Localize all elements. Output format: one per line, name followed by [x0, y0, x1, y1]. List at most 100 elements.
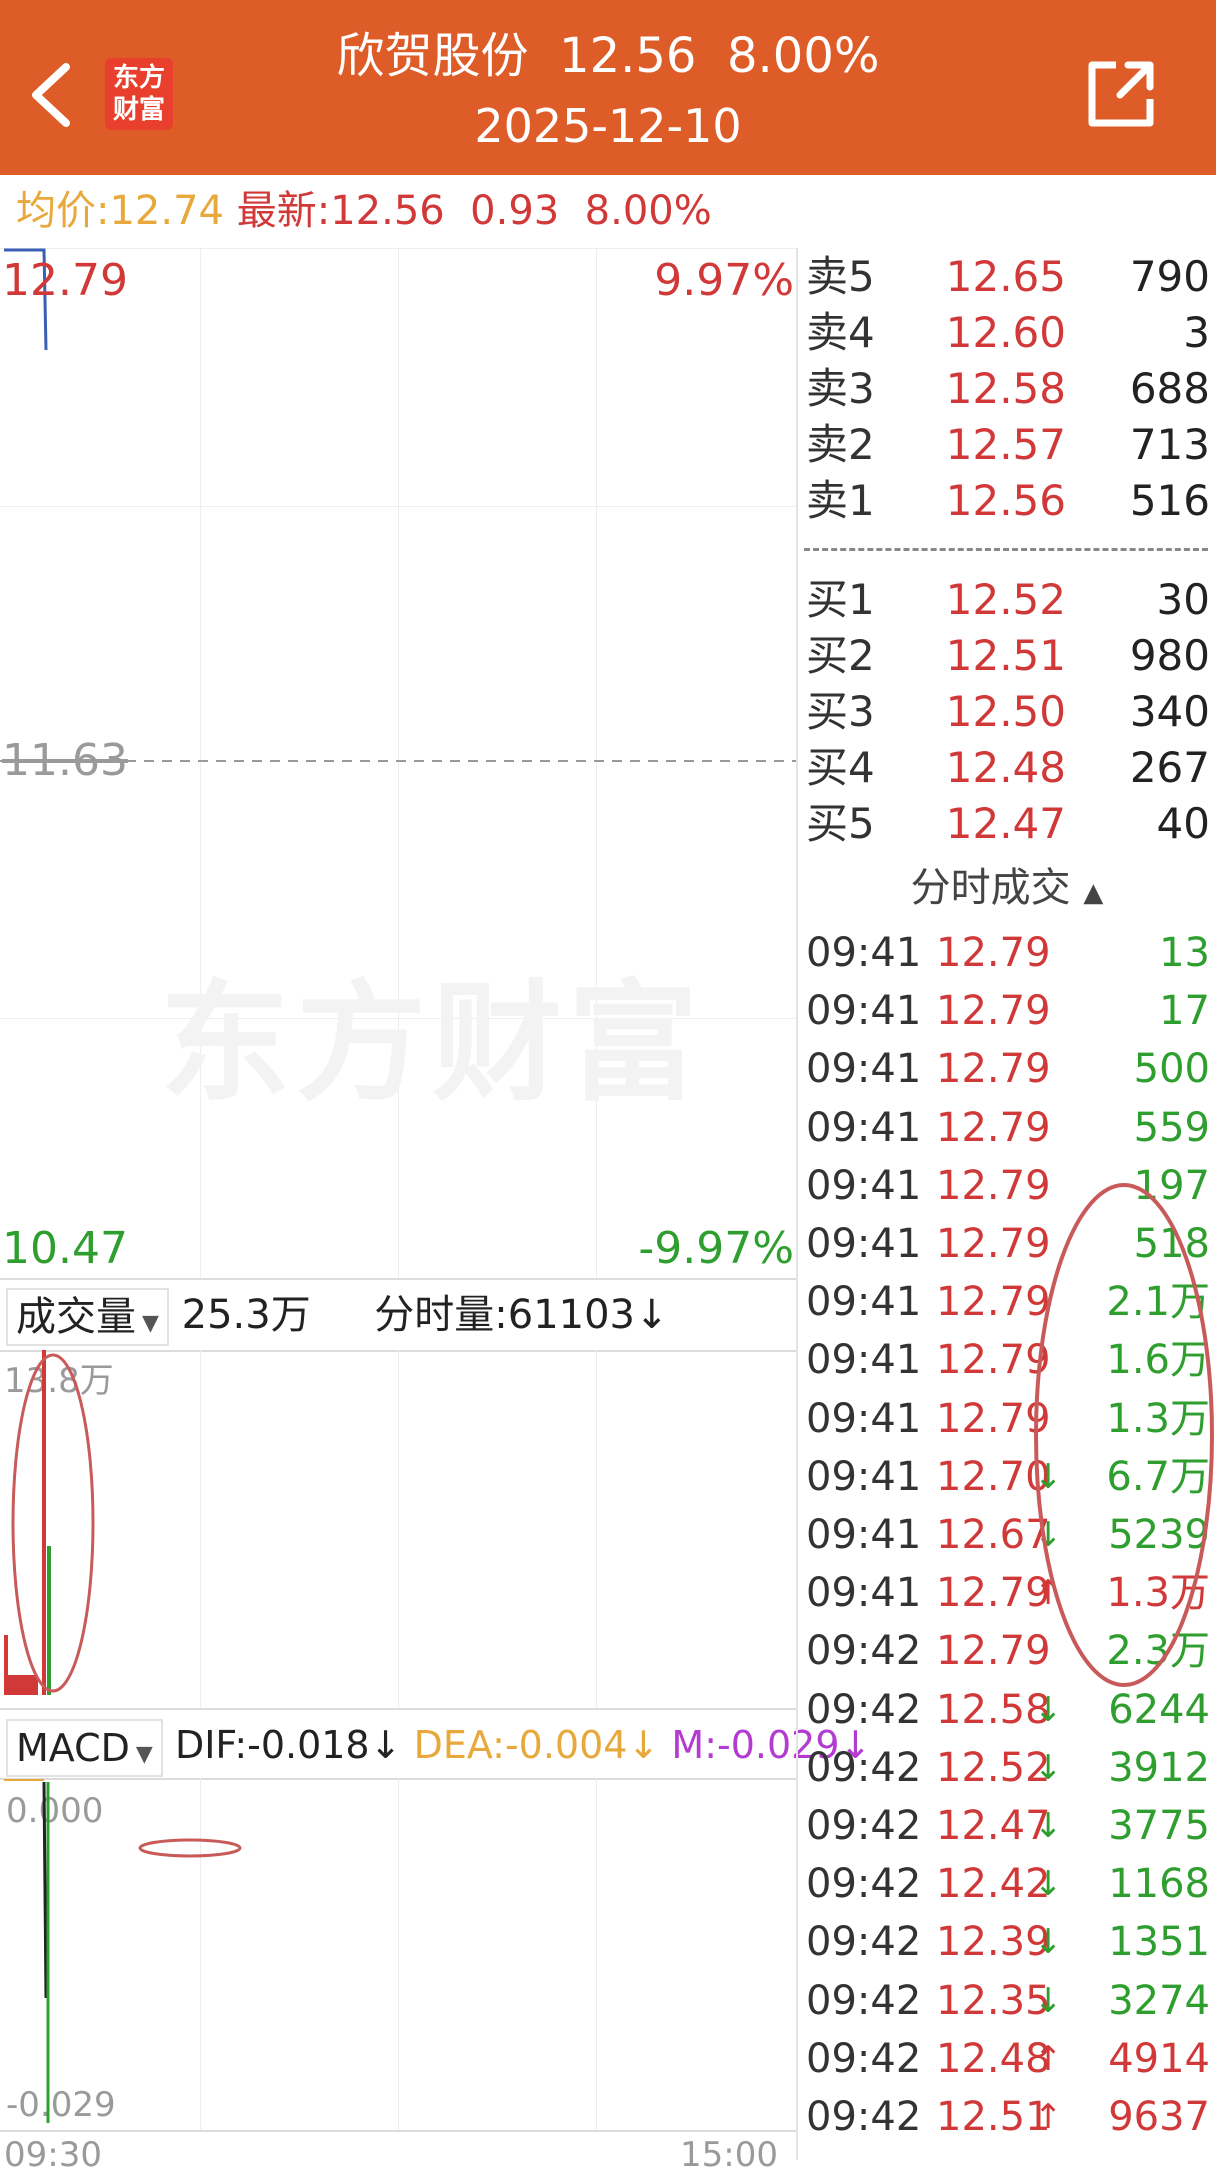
tick-time: 09:42	[806, 1977, 922, 2024]
bid-price: 12.48	[945, 743, 1066, 792]
bid-row: 买5 12.47 40	[798, 796, 1216, 852]
bid-price: 12.47	[945, 799, 1066, 848]
tick-price: 12.79	[936, 930, 1051, 976]
volume-total: 25.3万	[181, 1292, 311, 1338]
tick-row: 09:42 12.47 ↓ 3775	[798, 1797, 1216, 1855]
ask-row: 卖5 12.65 790	[798, 249, 1216, 305]
tick-time: 09:41	[806, 1279, 922, 1326]
share-button[interactable]	[1080, 55, 1160, 135]
volume-header: 成交量 ▼ 25.3万 分时量:61103↓	[0, 1280, 796, 1350]
ask-row: 卖3 12.58 688	[798, 361, 1216, 417]
macd-dea: DEA:-0.004	[413, 1723, 628, 1767]
tick-time: 09:41	[806, 1162, 922, 1209]
ask-price: 12.58	[945, 364, 1066, 413]
tick-direction-arrow: ↑	[1034, 2038, 1063, 2079]
ask-volume: 516	[1129, 476, 1210, 525]
macd-dif-arrow: ↓	[369, 1723, 402, 1767]
ask-price: 12.57	[945, 420, 1066, 469]
volume-bar	[4, 1635, 8, 1695]
bid-row: 买2 12.51 980	[798, 628, 1216, 684]
bid-price: 12.51	[945, 631, 1066, 680]
caret-up-icon: ▲	[1083, 878, 1104, 908]
tick-time: 09:42	[806, 1919, 922, 1966]
tick-volume: 分时量:61103	[374, 1292, 636, 1338]
bid-volume: 40	[1156, 799, 1210, 848]
ask-label: 卖2	[806, 420, 875, 469]
tick-volume: 3274	[1108, 1977, 1210, 2024]
volume-selector-label: 成交量	[16, 1294, 136, 1340]
change-pct: 8.00%	[584, 188, 712, 234]
bid-volume: 980	[1129, 631, 1210, 680]
tick-time: 09:42	[806, 1744, 922, 1791]
tick-row: 09:42 12.42 ↓ 1168	[798, 1855, 1216, 1913]
ask-volume: 713	[1129, 420, 1210, 469]
macd-dea-arrow: ↓	[627, 1723, 660, 1767]
latest-value: 12.56	[330, 188, 445, 234]
tick-row: 09:41 12.79 13	[798, 924, 1216, 982]
tick-time: 09:41	[806, 1512, 922, 1558]
bid-label: 买1	[806, 575, 875, 624]
tick-direction-arrow: ↓	[1034, 1980, 1063, 2021]
macd-selector[interactable]: MACD ▼	[6, 1718, 163, 1777]
bid-label: 买4	[806, 743, 875, 792]
price-bottom-label: 10.47	[2, 1223, 128, 1274]
tick-volume: 9637	[1108, 2094, 1210, 2140]
tick-price: 12.79	[936, 988, 1051, 1035]
tick-direction-arrow: ↓	[1034, 1864, 1063, 1905]
time-start-label: 09:30	[4, 2135, 102, 2175]
macd-selector-label: MACD	[16, 1725, 130, 1770]
price-top-label: 12.79	[2, 255, 128, 306]
tick-time: 09:42	[806, 1803, 922, 1849]
volume-bar	[42, 1350, 46, 1695]
annotation-ellipse	[11, 1353, 95, 1693]
share-external-icon	[1088, 61, 1154, 127]
ask-label: 卖5	[806, 252, 875, 301]
tick-time: 09:42	[806, 1628, 922, 1675]
tick-time: 09:42	[806, 1686, 922, 1733]
tick-time: 09:41	[806, 1337, 922, 1384]
tick-volume: 4914	[1108, 2035, 1210, 2082]
avg-value: 12.74	[109, 188, 224, 234]
tick-row: 09:41 12.79 559	[798, 1099, 1216, 1157]
panel-divider	[0, 2130, 796, 2132]
tick-row: 09:42 12.48 ↑ 4914	[798, 2030, 1216, 2088]
tick-time: 09:42	[806, 1861, 922, 1908]
chevron-down-icon: ▼	[142, 1311, 159, 1336]
annotation-ellipse	[138, 1838, 242, 1858]
volume-bar	[8, 1675, 38, 1695]
tick-time: 09:42	[806, 2035, 922, 2082]
bid-price: 12.50	[945, 687, 1066, 736]
prev-close-label: 11.63	[2, 735, 128, 786]
volume-selector[interactable]: 成交量 ▼	[6, 1288, 169, 1346]
tick-trades-toggle[interactable]: 分时成交 ▲	[798, 858, 1216, 918]
orderbook-divider	[804, 548, 1208, 551]
bid-row: 买4 12.48 267	[798, 740, 1216, 796]
volume-chart[interactable]: 13.8万	[0, 1350, 796, 1708]
tick-volume: 17	[1159, 988, 1210, 1035]
tick-row: 09:41 12.79 17	[798, 982, 1216, 1040]
ask-volume: 790	[1129, 252, 1210, 301]
tick-direction-arrow: ↓	[1034, 1806, 1063, 1846]
tick-time: 09:42	[806, 2094, 922, 2140]
change-value: 0.93	[470, 188, 560, 234]
bid-volume: 267	[1129, 743, 1210, 792]
tick-time: 09:41	[806, 1221, 922, 1267]
macd-lines	[4, 1779, 242, 2123]
tick-time: 09:41	[806, 930, 922, 976]
bid-price: 12.52	[945, 575, 1066, 624]
tick-row: 09:41 12.79 500	[798, 1040, 1216, 1098]
macd-dif: DIF:-0.018	[174, 1723, 370, 1767]
time-end-label: 15:00	[680, 2135, 778, 2175]
tick-trades-title: 分时成交	[910, 865, 1071, 911]
ask-label: 卖4	[806, 308, 875, 357]
pct-top-label: 9.97%	[654, 255, 794, 306]
macd-chart[interactable]: 0.000 -0.029	[0, 1778, 796, 2130]
tick-volume-arrow: ↓	[635, 1292, 669, 1338]
bid-volume: 30	[1156, 575, 1210, 624]
dif-line	[42, 1781, 48, 1999]
volume-bars	[4, 1350, 95, 1695]
tick-volume: 1351	[1108, 1919, 1210, 1966]
price-info-bar: 均价:12.74 最新:12.56 0.93 8.00%	[0, 175, 1216, 247]
bid-row: 买3 12.50 340	[798, 684, 1216, 740]
volume-bar	[47, 1546, 51, 1695]
